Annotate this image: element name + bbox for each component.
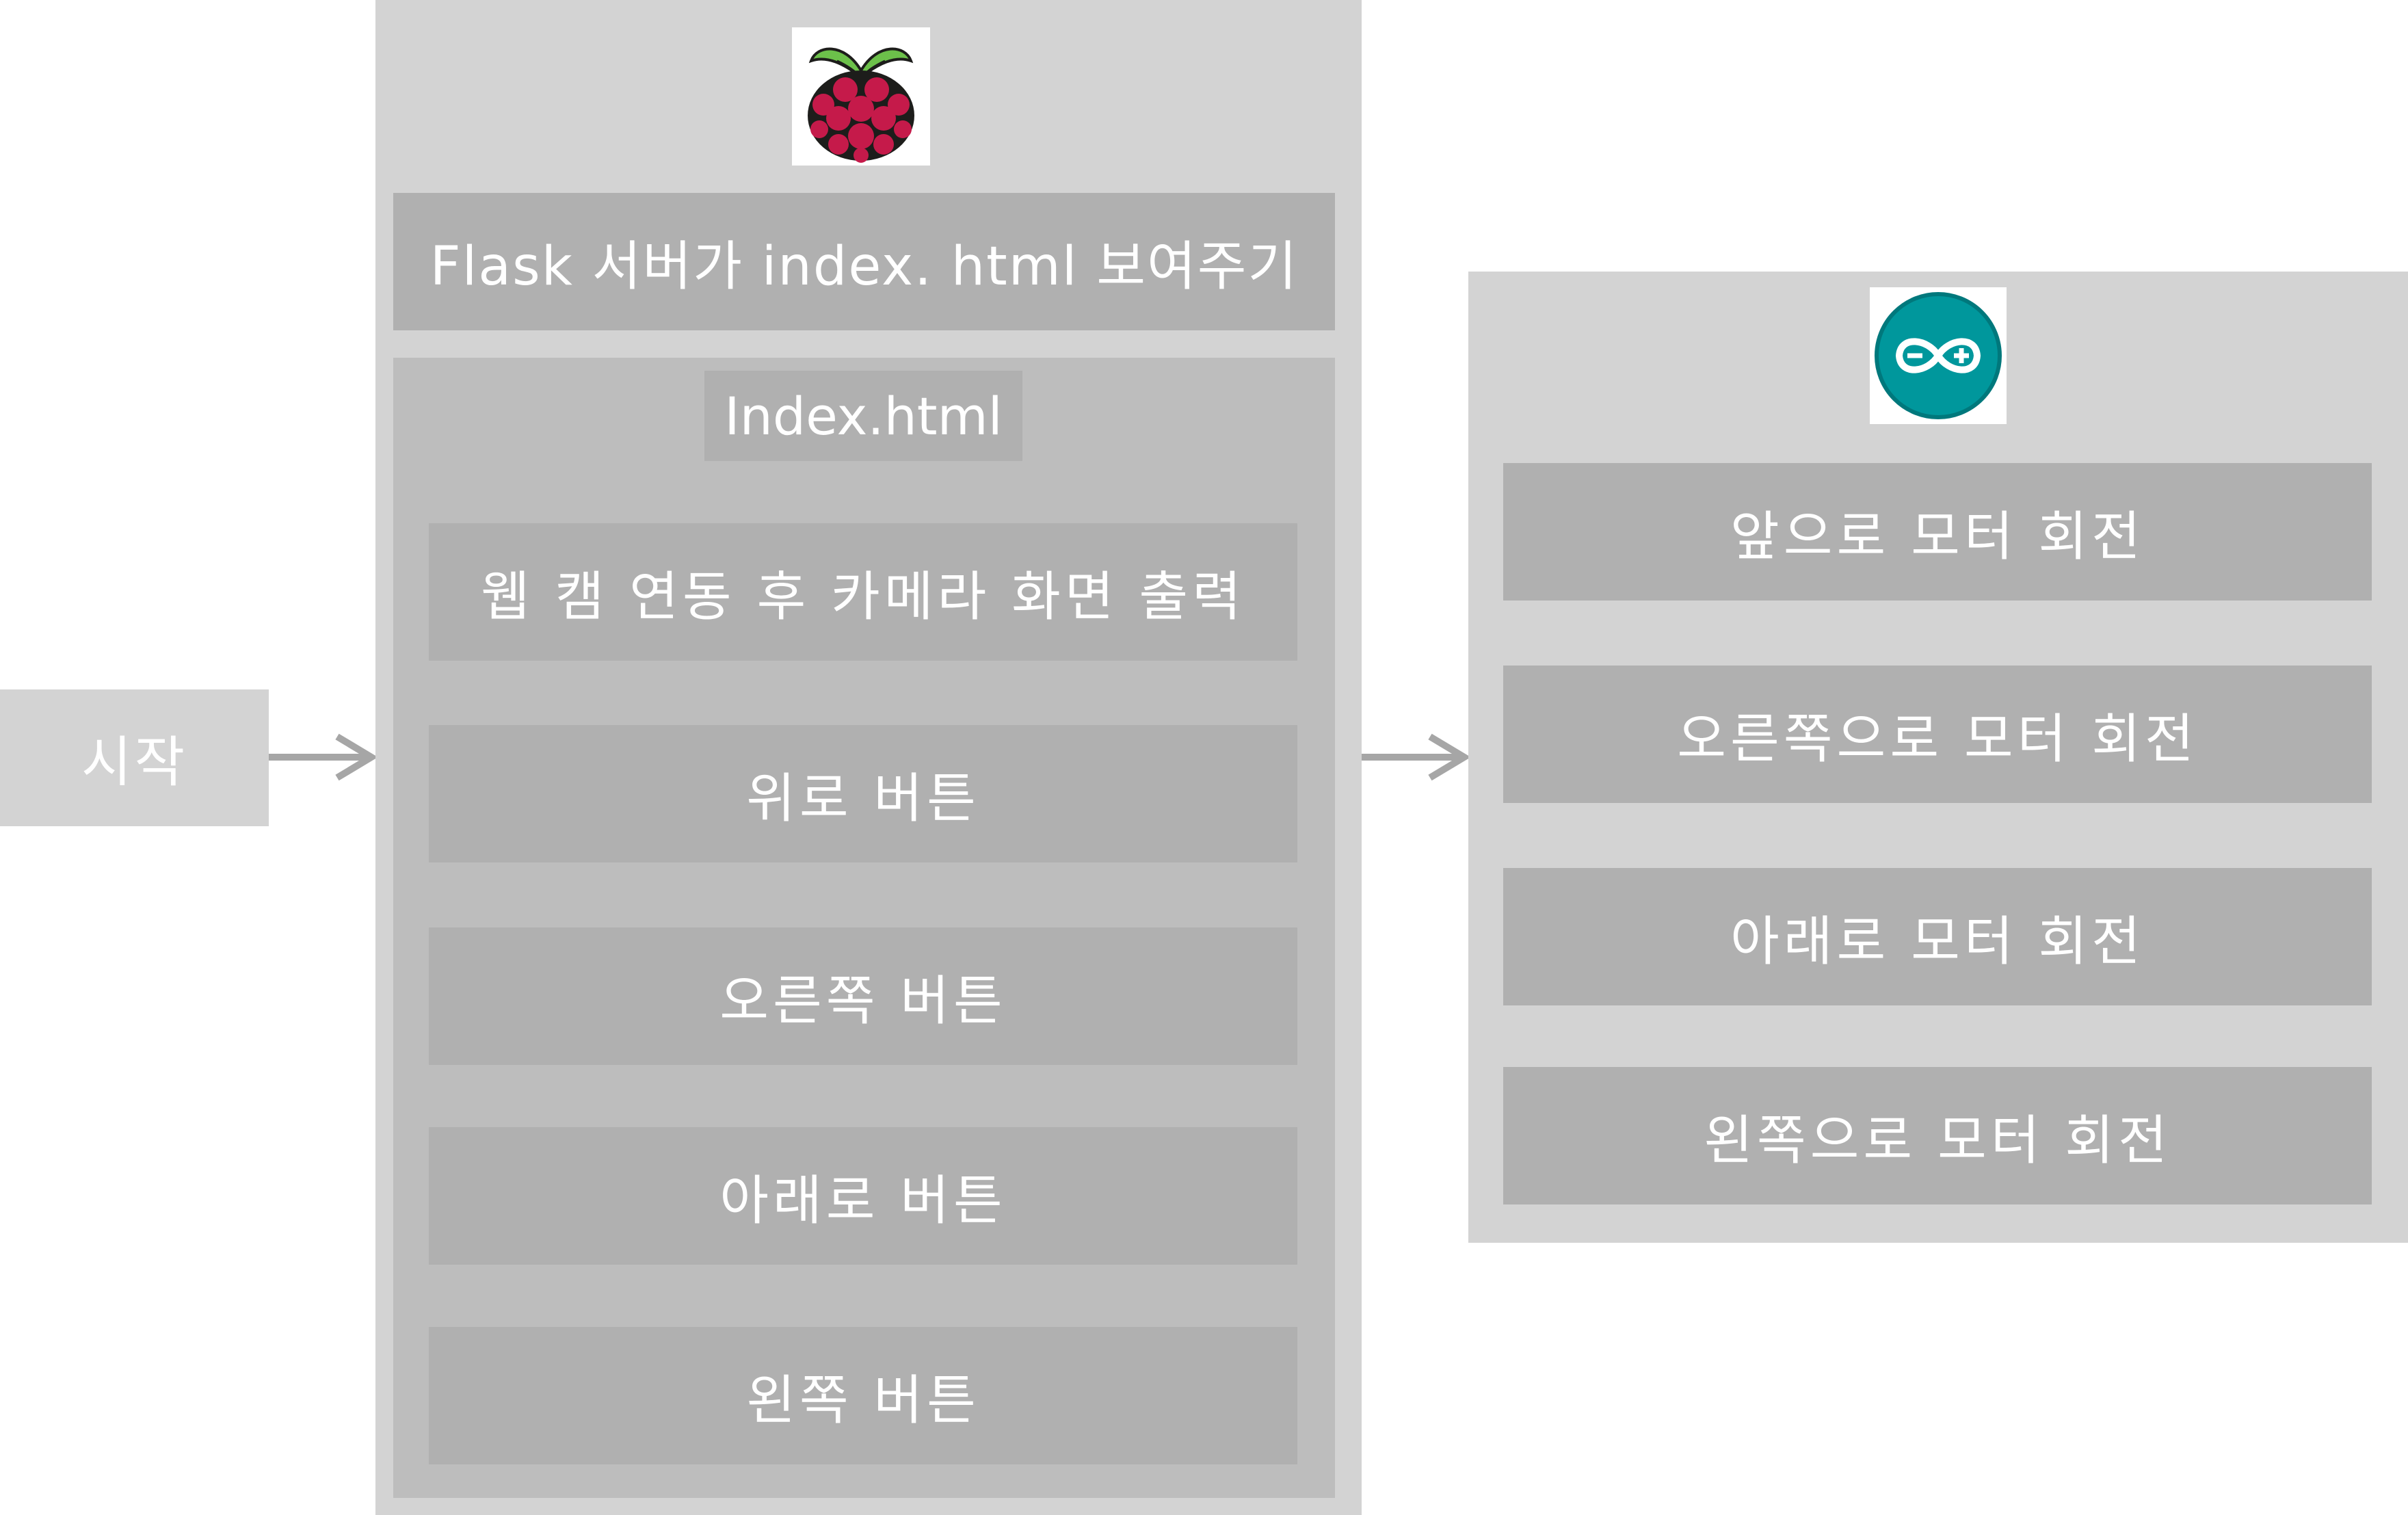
left-motor-step: 왼쪽으로 모터 회전 — [1503, 1067, 2372, 1204]
index-html-title: Index.html — [704, 371, 1022, 461]
flask-server-label: Flask 서버가 index. html 보여주기 — [429, 235, 1299, 298]
raspberry-pi-logo-icon — [792, 27, 930, 166]
right-button-step: 오른쪽 버튼 — [429, 927, 1297, 1065]
right-motor-step: 오른쪽으로 모터 회전 — [1503, 666, 2372, 803]
down-motor-step: 아래로 모터 회전 — [1503, 868, 2372, 1005]
arrow-start-to-rpi — [269, 733, 378, 781]
arduino-logo-icon — [1870, 287, 2007, 424]
start-node: 시작 — [0, 689, 269, 826]
flask-server-step: Flask 서버가 index. html 보여주기 — [393, 193, 1335, 330]
forward-motor-step: 앞으로 모터 회전 — [1503, 463, 2372, 601]
left-button-step: 왼쪽 버튼 — [429, 1327, 1297, 1464]
arrow-rpi-to-arduino — [1362, 733, 1471, 781]
down-button-step: 아래로 버튼 — [429, 1127, 1297, 1265]
up-button-step: 위로 버튼 — [429, 725, 1297, 862]
webcam-output-step: 웹 캠 연동 후 카메라 화면 출력 — [429, 523, 1297, 661]
start-label: 시작 — [81, 730, 188, 794]
